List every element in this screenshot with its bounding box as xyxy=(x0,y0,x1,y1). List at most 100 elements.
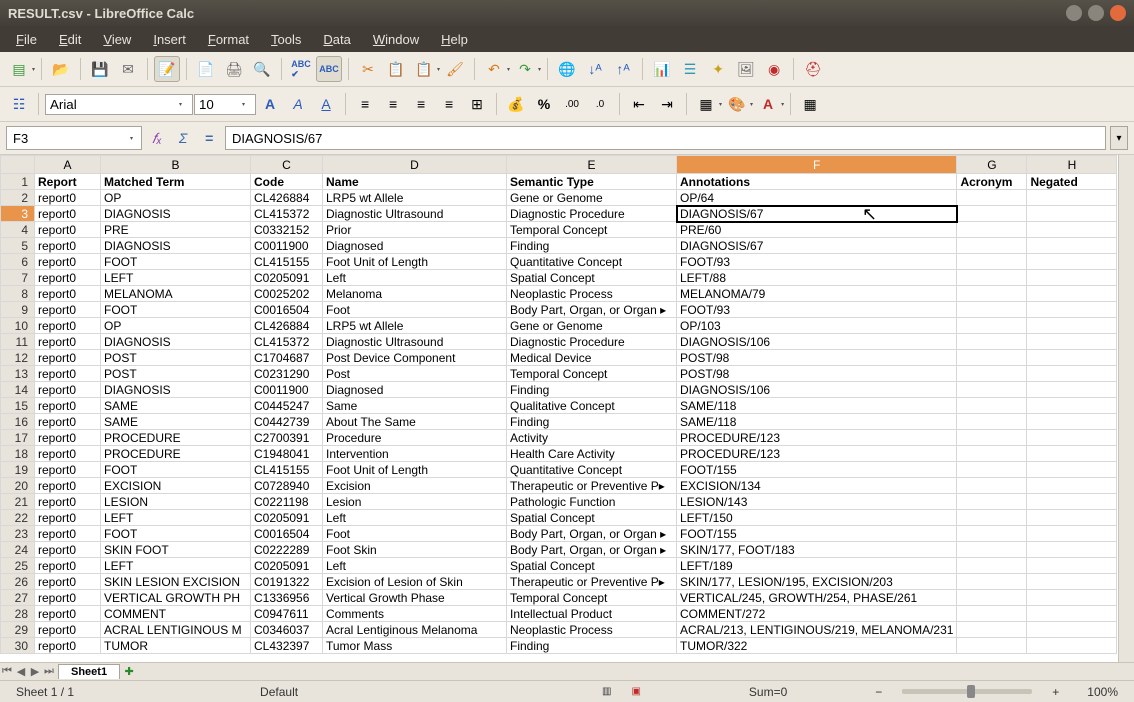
borders-icon[interactable]: ▦ xyxy=(693,91,719,117)
cell-C16[interactable]: C0442739 xyxy=(251,414,323,430)
cell-A29[interactable]: report0 xyxy=(35,622,101,638)
cell-H30[interactable] xyxy=(1027,638,1117,654)
cell-D8[interactable]: Melanoma xyxy=(323,286,507,302)
cell-H4[interactable] xyxy=(1027,222,1117,238)
cell-B8[interactable]: MELANOMA xyxy=(101,286,251,302)
cell-H25[interactable] xyxy=(1027,558,1117,574)
cell-E14[interactable]: Finding xyxy=(507,382,677,398)
navigator-icon[interactable]: ✦ xyxy=(705,56,731,82)
cell-F29[interactable]: ACRAL/213, LENTIGINOUS/219, MELANOMA/231 xyxy=(677,622,957,638)
equals-icon[interactable]: = xyxy=(197,127,221,149)
cell-D30[interactable]: Tumor Mass xyxy=(323,638,507,654)
cell-E20[interactable]: Therapeutic or Preventive P▸ xyxy=(507,478,677,494)
styles-icon[interactable]: ☷ xyxy=(6,91,32,117)
menu-insert[interactable]: Insert xyxy=(143,28,196,51)
cell-D9[interactable]: Foot xyxy=(323,302,507,318)
pdf-icon[interactable]: 📄 xyxy=(193,56,219,82)
cell-A4[interactable]: report0 xyxy=(35,222,101,238)
cell-C26[interactable]: C0191322 xyxy=(251,574,323,590)
col-header-C[interactable]: C xyxy=(251,156,323,174)
cell-E18[interactable]: Health Care Activity xyxy=(507,446,677,462)
cell-E24[interactable]: Body Part, Organ, or Organ ▸ xyxy=(507,542,677,558)
cell-D12[interactable]: Post Device Component xyxy=(323,350,507,366)
cell-B22[interactable]: LEFT xyxy=(101,510,251,526)
align-justify-icon[interactable]: ≡ xyxy=(436,91,462,117)
row-header-29[interactable]: 29 xyxy=(1,622,35,638)
cell-F27[interactable]: VERTICAL/245, GROWTH/254, PHASE/261 xyxy=(677,590,957,606)
cell-E2[interactable]: Gene or Genome xyxy=(507,190,677,206)
row-header-21[interactable]: 21 xyxy=(1,494,35,510)
cell-E13[interactable]: Temporal Concept xyxy=(507,366,677,382)
cell-E8[interactable]: Neoplastic Process xyxy=(507,286,677,302)
cell-E5[interactable]: Finding xyxy=(507,238,677,254)
cell-B5[interactable]: DIAGNOSIS xyxy=(101,238,251,254)
cell-B15[interactable]: SAME xyxy=(101,398,251,414)
row-header-7[interactable]: 7 xyxy=(1,270,35,286)
cell-C6[interactable]: CL415155 xyxy=(251,254,323,270)
cell-A24[interactable]: report0 xyxy=(35,542,101,558)
cell-E9[interactable]: Body Part, Organ, or Organ ▸ xyxy=(507,302,677,318)
cell-B2[interactable]: OP xyxy=(101,190,251,206)
tab-next-icon[interactable]: ▶ xyxy=(28,665,42,678)
cell-D4[interactable]: Prior xyxy=(323,222,507,238)
cell-B20[interactable]: EXCISION xyxy=(101,478,251,494)
filter-icon[interactable]: ☰ xyxy=(677,56,703,82)
row-header-6[interactable]: 6 xyxy=(1,254,35,270)
cell-A16[interactable]: report0 xyxy=(35,414,101,430)
cell-G26[interactable] xyxy=(957,574,1027,590)
cell-G17[interactable] xyxy=(957,430,1027,446)
cell-F30[interactable]: TUMOR/322 xyxy=(677,638,957,654)
cell-F5[interactable]: DIAGNOSIS/67 xyxy=(677,238,957,254)
row-header-14[interactable]: 14 xyxy=(1,382,35,398)
add-decimal-icon[interactable]: .00 xyxy=(559,91,585,117)
cell-G11[interactable] xyxy=(957,334,1027,350)
cell-F8[interactable]: MELANOMA/79 xyxy=(677,286,957,302)
cell-D25[interactable]: Left xyxy=(323,558,507,574)
cell-H16[interactable] xyxy=(1027,414,1117,430)
row-header-15[interactable]: 15 xyxy=(1,398,35,414)
bgcolor-icon[interactable]: 🎨 xyxy=(724,91,750,117)
cell-H12[interactable] xyxy=(1027,350,1117,366)
cell-D20[interactable]: Excision xyxy=(323,478,507,494)
cell-B10[interactable]: OP xyxy=(101,318,251,334)
cell-H27[interactable] xyxy=(1027,590,1117,606)
cell-E27[interactable]: Temporal Concept xyxy=(507,590,677,606)
cell-F18[interactable]: PROCEDURE/123 xyxy=(677,446,957,462)
cell-G10[interactable] xyxy=(957,318,1027,334)
row-header-2[interactable]: 2 xyxy=(1,190,35,206)
cell-E4[interactable]: Temporal Concept xyxy=(507,222,677,238)
maximize-button[interactable] xyxy=(1088,5,1104,21)
menu-window[interactable]: Window xyxy=(363,28,429,51)
cell-E10[interactable]: Gene or Genome xyxy=(507,318,677,334)
row-header-4[interactable]: 4 xyxy=(1,222,35,238)
col-header-G[interactable]: G xyxy=(957,156,1027,174)
cell-A15[interactable]: report0 xyxy=(35,398,101,414)
cell-F11[interactable]: DIAGNOSIS/106 xyxy=(677,334,957,350)
cell-G20[interactable] xyxy=(957,478,1027,494)
cell-reference-input[interactable] xyxy=(6,126,142,150)
cell-G12[interactable] xyxy=(957,350,1027,366)
cell-E29[interactable]: Neoplastic Process xyxy=(507,622,677,638)
font-name-combo[interactable] xyxy=(45,94,193,115)
cell-G28[interactable] xyxy=(957,606,1027,622)
cell-G25[interactable] xyxy=(957,558,1027,574)
undo-icon[interactable]: ↶ xyxy=(481,56,507,82)
cell-F2[interactable]: OP/64 xyxy=(677,190,957,206)
new-icon[interactable]: ▤ xyxy=(6,56,32,82)
cell-E30[interactable]: Finding xyxy=(507,638,677,654)
menu-tools[interactable]: Tools xyxy=(261,28,311,51)
status-mode-std-icon[interactable]: ▥ xyxy=(602,686,611,697)
cell-G27[interactable] xyxy=(957,590,1027,606)
cell-C4[interactable]: C0332152 xyxy=(251,222,323,238)
cell-A21[interactable]: report0 xyxy=(35,494,101,510)
cell-C15[interactable]: C0445247 xyxy=(251,398,323,414)
remove-decimal-icon[interactable]: .0 xyxy=(587,91,613,117)
cell-D6[interactable]: Foot Unit of Length xyxy=(323,254,507,270)
spellcheck-icon[interactable]: ABC✔ xyxy=(288,56,314,82)
cell-G24[interactable] xyxy=(957,542,1027,558)
cell-C10[interactable]: CL426884 xyxy=(251,318,323,334)
cell-D7[interactable]: Left xyxy=(323,270,507,286)
decrease-indent-icon[interactable]: ⇤ xyxy=(626,91,652,117)
sort-desc-icon[interactable]: ↑ᴬ xyxy=(610,56,636,82)
cell-B11[interactable]: DIAGNOSIS xyxy=(101,334,251,350)
